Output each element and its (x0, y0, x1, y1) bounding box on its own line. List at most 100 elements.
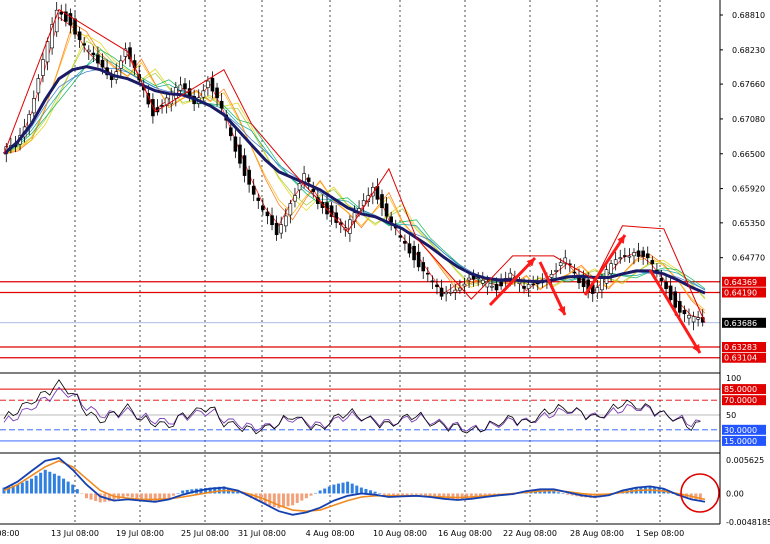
candle-body (279, 224, 283, 234)
candle-body (581, 278, 586, 288)
x-tick-label: 4 Aug 08:00 (306, 529, 355, 538)
macd-histogram-bar (410, 493, 414, 495)
candle-body (522, 286, 526, 289)
macd-histogram-bar (89, 493, 93, 500)
candle-body (265, 211, 270, 217)
macd-histogram-bar (323, 488, 327, 494)
macd-histogram-bar (336, 483, 340, 494)
macd-histogram-bar (456, 493, 460, 500)
x-tick-label: 19 Jul 08:00 (116, 529, 164, 538)
level-label: 0.63283 (724, 343, 757, 352)
candle-body (696, 317, 700, 320)
candle-body (45, 41, 50, 63)
x-tick-label: 25 Jul 08:00 (181, 529, 229, 538)
level-label: 0.64369 (724, 278, 757, 287)
candle-body (293, 195, 297, 202)
chart-svg: 08:00 13 Jul 08:00 19 Jul 08:00 25 Jul 08:0… (0, 0, 770, 540)
x-tick-label: 1 Sep 08:00 (636, 529, 684, 538)
macd-histogram-bar (94, 493, 98, 501)
candle-body (439, 287, 444, 297)
candle-body (247, 169, 251, 185)
candle-body (403, 241, 407, 244)
candle-body (297, 183, 302, 191)
candle-body (641, 250, 645, 257)
x-tick-label: 31 Jul 08:00 (238, 529, 286, 538)
macd-histogram-bar (281, 493, 285, 508)
candle-body (178, 84, 183, 91)
candle-body (407, 243, 412, 254)
candle-body (228, 127, 233, 137)
macd-histogram-bar (419, 493, 423, 496)
macd-histogram-bar (286, 493, 290, 507)
macd-histogram-bar (66, 481, 70, 494)
macd-histogram-bar (414, 493, 418, 495)
macd-histogram-bar (378, 493, 382, 494)
x-tick-label: 22 Aug 08:00 (503, 529, 557, 538)
candle-body (691, 316, 696, 323)
candle-body (572, 271, 577, 274)
candle-body (613, 259, 618, 265)
candle-body (36, 78, 41, 94)
candle-body (311, 189, 316, 192)
macd-histogram-bar (314, 493, 318, 494)
macd-histogram-bar (176, 493, 180, 494)
oscillator-level-label: 15.0000 (724, 437, 757, 446)
oscillator-tick-label: 50 (726, 411, 736, 420)
candle-body (119, 60, 123, 69)
candle-body (462, 283, 467, 287)
macd-histogram-bar (172, 493, 176, 496)
y-tick-label: 0.67080 (732, 115, 765, 124)
macd-histogram-bar (75, 489, 79, 494)
macd-histogram-bar (84, 493, 88, 499)
candle-body (384, 203, 389, 217)
macd-tick-label: 0.005625 (726, 456, 764, 465)
candle-body (91, 52, 96, 56)
macd-histogram-bar (80, 493, 84, 494)
macd-histogram-bar (62, 478, 66, 494)
level-label: 0.63104 (724, 354, 757, 363)
candle-body (554, 270, 558, 272)
candle-body (600, 277, 604, 291)
candle-body (467, 277, 471, 281)
chart-container: 08:00 13 Jul 08:00 19 Jul 08:00 25 Jul 08:0… (0, 0, 770, 540)
macd-histogram-bar (373, 491, 377, 494)
candle-body (494, 283, 499, 291)
macd-histogram-bar (34, 475, 38, 494)
candle-body (687, 315, 691, 319)
candle-body (183, 83, 187, 90)
candle-body (480, 279, 485, 284)
macd-histogram-bar (25, 480, 29, 494)
candle-body (238, 144, 242, 164)
candle-body (288, 203, 293, 216)
candle-body (283, 215, 288, 227)
x-tick-label: 08:00 (0, 529, 20, 538)
macd-histogram-bar (130, 493, 134, 498)
y-tick-label: 0.68230 (732, 46, 765, 55)
macd-histogram-bar (566, 493, 570, 495)
candle-body (398, 235, 403, 238)
macd-histogram-bar (16, 484, 20, 494)
candle-body (673, 291, 678, 308)
candle-body (210, 77, 215, 92)
macd-histogram-bar (126, 493, 130, 497)
candle-body (256, 197, 261, 201)
macd-histogram-bar (48, 471, 52, 494)
candle-body (609, 263, 613, 274)
oscillator-level-label: 85.0000 (724, 385, 757, 394)
macd-histogram-bar (167, 493, 171, 499)
macd-histogram-bar (135, 493, 139, 499)
candle-body (549, 274, 554, 278)
macd-histogram-bar (561, 493, 565, 494)
candle-body (96, 54, 100, 64)
candle-body (233, 136, 238, 152)
current-price-label: 0.63686 (724, 319, 757, 328)
macd-histogram-bar (364, 488, 368, 494)
candle-body (508, 272, 513, 279)
candle-body (645, 253, 650, 259)
macd-histogram-bar (465, 493, 469, 500)
y-tick-label: 0.65920 (732, 185, 765, 194)
y-tick-label: 0.68810 (732, 11, 765, 20)
macd-histogram-bar (318, 490, 322, 494)
candle-body (251, 185, 256, 195)
chart-background (0, 0, 770, 540)
